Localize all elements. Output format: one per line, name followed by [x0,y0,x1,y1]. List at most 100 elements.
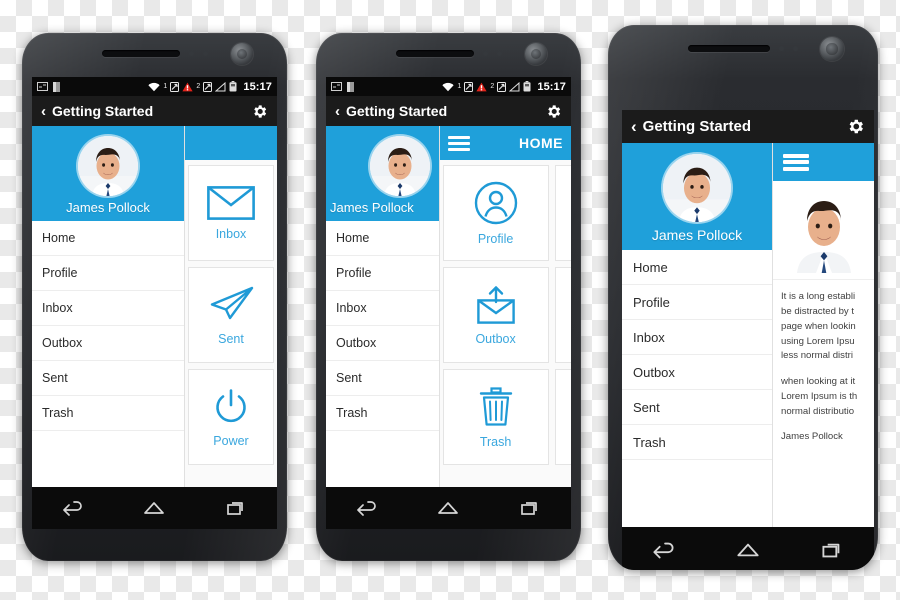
outbox-envelope-icon [473,285,519,325]
home-nav-button[interactable] [141,498,167,518]
tile-overflow-3[interactable] [554,369,571,465]
sim1-index-label: 1 [457,83,462,90]
home-nav-button[interactable] [734,539,762,561]
recents-nav-button[interactable] [818,539,846,561]
user-circle-icon [474,181,518,225]
drawer-item-outbox[interactable]: Outbox [622,355,772,390]
gear-icon[interactable] [251,103,268,120]
status-bar: 1 2 15:17 [326,77,571,96]
phone3-content: It is a long establi be distracted by t … [773,143,874,527]
light-sensor [202,51,208,56]
recents-nav-button[interactable] [223,498,249,518]
system-nav-bar [32,487,277,529]
tile-label: Inbox [215,226,247,241]
page-title: Getting Started [52,103,154,119]
drawer-item-inbox[interactable]: Inbox [622,320,772,355]
drawer-item-trash[interactable]: Trash [32,396,184,431]
back-chevron-icon[interactable]: ‹ [335,104,340,119]
page-title: Getting Started [346,103,448,119]
battery-icon [523,81,531,92]
page-title: Getting Started [642,118,752,135]
phone3-screen: ‹ Getting Started James Pollock Home Pro… [622,110,874,527]
tile-grid: Profile Outbox Trash [440,160,571,468]
status-bar: 1 2 15:17 [32,77,277,96]
hamburger-icon[interactable] [447,135,470,151]
drawer-item-inbox[interactable]: Inbox [32,291,184,326]
tile-overflow-2[interactable] [554,267,571,363]
drawer-item-home[interactable]: Home [32,221,184,256]
tile-inbox[interactable]: Inbox [188,165,274,261]
tile-sent[interactable]: Sent [188,267,274,363]
screenshot-icon [331,82,342,91]
proximity-sensor [482,51,488,56]
drawer-item-profile[interactable]: Profile [622,285,772,320]
drawer-item-label: Home [42,231,76,245]
back-chevron-icon[interactable]: ‹ [631,118,637,135]
tile-column-primary: Profile Outbox Trash [440,162,552,468]
back-nav-button[interactable] [650,539,678,561]
phone2-body: James Pollock Home Profile Inbox Outbox … [326,126,571,487]
earpiece-speaker [688,45,770,52]
action-bar: ‹ Getting Started [326,96,571,126]
drawer-item-home[interactable]: Home [622,250,772,285]
phone1-screen: 1 2 15:17 ‹ Getting Started James Polloc… [32,77,277,529]
drawer-item-label: Trash [336,406,368,420]
navigation-drawer: James Pollock Home Profile Inbox Outbox … [326,126,439,487]
phone2-content: HOME Profile Outbox Trash [439,126,571,487]
phone1-body: James Pollock Home Profile Inbox Outbox … [32,126,277,487]
tile-grid: Inbox Sent Power [185,160,277,468]
drawer-user-name: James Pollock [651,227,743,243]
back-chevron-icon[interactable]: ‹ [41,104,46,119]
phone3-body: James Pollock Home Profile Inbox Outbox … [622,143,874,527]
article-signature: James Pollock [781,430,843,442]
tile-column: Inbox Sent Power [185,162,277,468]
trash-icon [477,386,515,428]
article-panel: It is a long establi be distracted by t … [773,181,874,527]
drawer-item-sent[interactable]: Sent [622,390,772,425]
tile-trash[interactable]: Trash [442,369,549,465]
home-nav-button[interactable] [435,498,461,518]
tile-profile[interactable]: Profile [442,165,549,261]
drawer-item-outbox[interactable]: Outbox [326,326,439,361]
avatar [369,136,430,196]
drawer-item-trash[interactable]: Trash [326,396,439,431]
tile-column-overflow [552,162,571,468]
drawer-item-sent[interactable]: Sent [32,361,184,396]
drawer-item-label: Home [633,259,668,275]
drawer-item-outbox[interactable]: Outbox [32,326,184,361]
gear-icon[interactable] [846,117,865,136]
drawer-item-sent[interactable]: Sent [326,361,439,396]
tile-power[interactable]: Power [188,369,274,465]
hero-user-photo [784,187,863,273]
back-nav-button[interactable] [354,498,380,518]
drawer-user-name: James Pollock [330,200,414,215]
recents-nav-button[interactable] [517,498,543,518]
drawer-item-label: Profile [42,266,78,280]
content-top-bar [773,143,874,181]
drawer-item-profile[interactable]: Profile [32,256,184,291]
back-nav-button[interactable] [60,498,86,518]
drawer-item-home[interactable]: Home [326,221,439,256]
tile-outbox[interactable]: Outbox [442,267,549,363]
user-photo [663,154,731,222]
drawer-item-trash[interactable]: Trash [622,425,772,460]
drawer-item-label: Inbox [42,301,73,315]
tile-overflow-1[interactable] [554,165,571,261]
action-bar: ‹ Getting Started [622,110,874,143]
drawer-item-label: Home [336,231,370,245]
drawer-item-inbox[interactable]: Inbox [326,291,439,326]
hamburger-icon[interactable] [783,153,809,171]
drawer-item-label: Outbox [633,364,675,380]
phone2-screen: 1 2 15:17 ‹ Getting Started James Polloc… [326,77,571,529]
article-body: It is a long establi be distracted by t … [773,280,874,442]
gear-icon[interactable] [545,103,562,120]
navigation-drawer: James Pollock Home Profile Inbox Outbox … [32,126,184,487]
content-title: HOME [519,135,563,151]
drawer-header: James Pollock [326,126,439,221]
sim2-signal-icon [497,81,507,92]
power-icon [211,387,251,427]
drawer-item-profile[interactable]: Profile [326,256,439,291]
sim2-index-label: 2 [490,83,495,90]
front-camera [820,37,844,61]
sim-card-icon [53,81,60,92]
